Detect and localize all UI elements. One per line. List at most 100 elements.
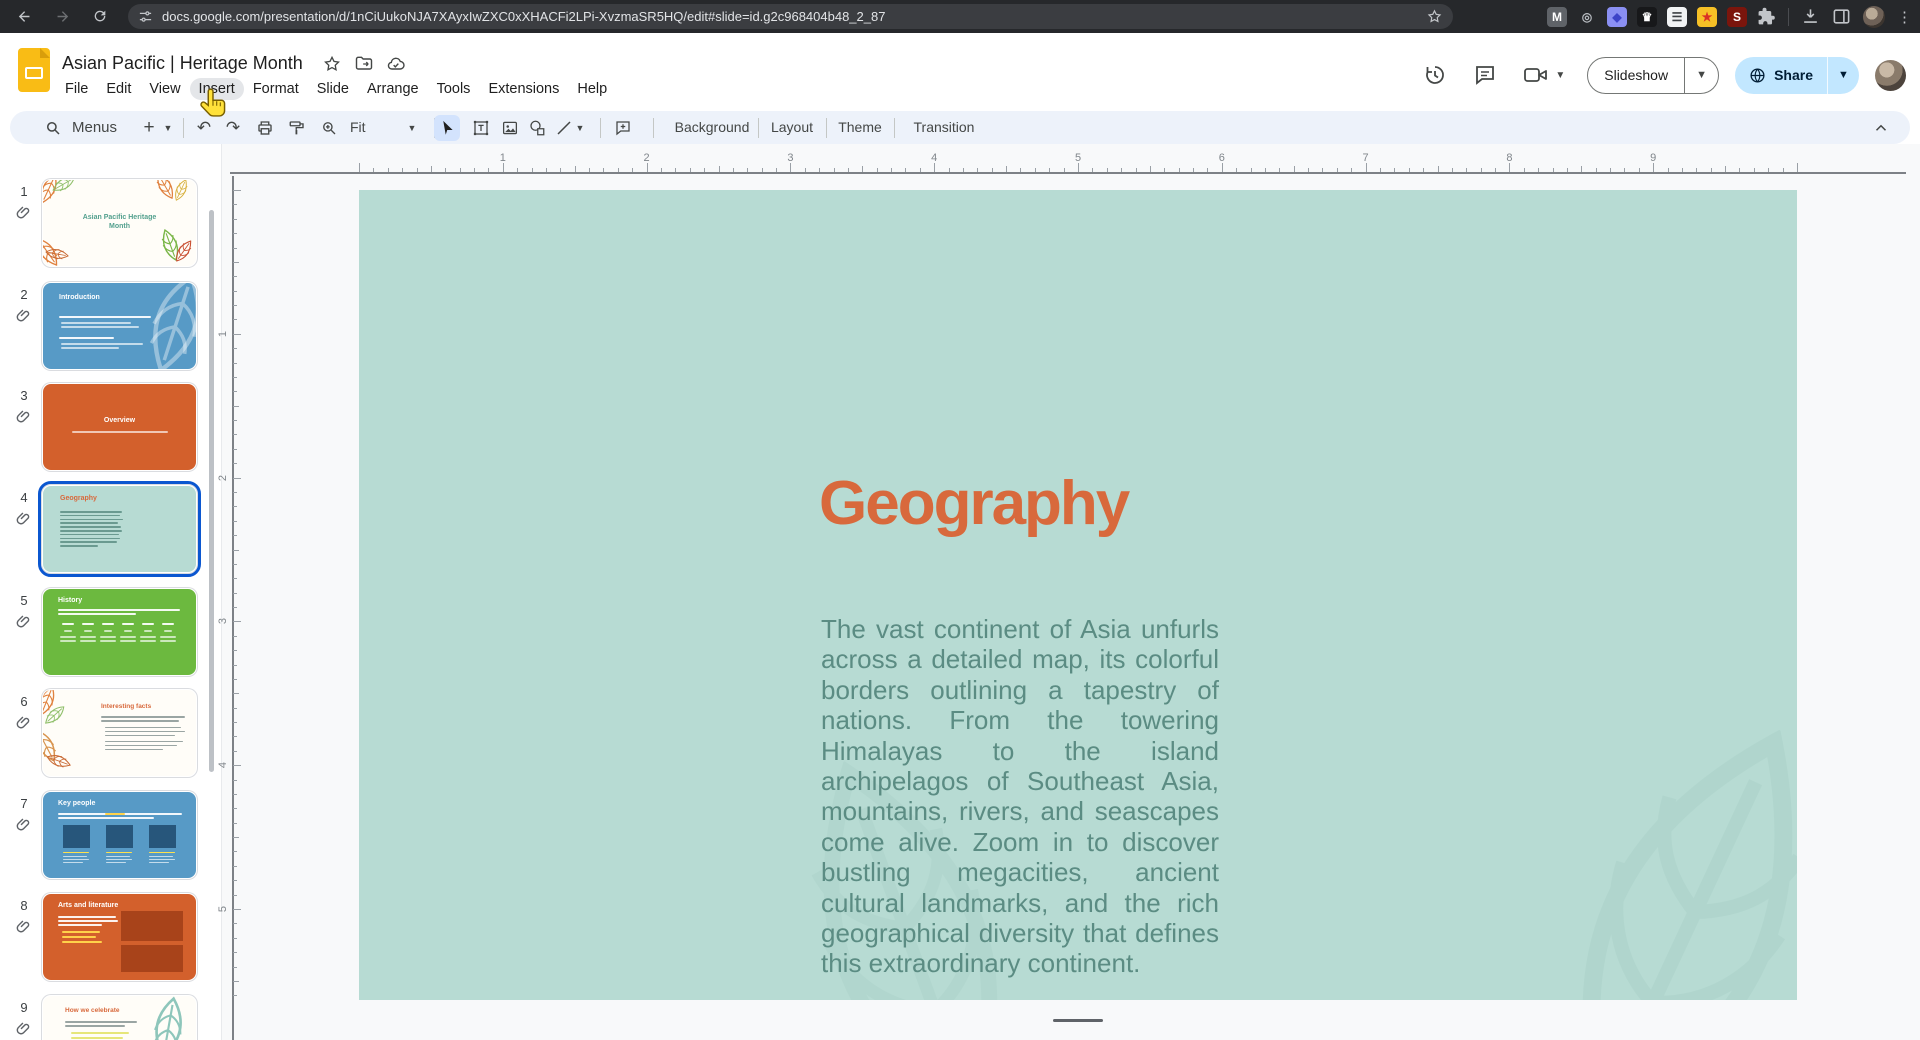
ruler-tick [747, 168, 748, 172]
slide-thumbnail-9[interactable]: How we celebrate [42, 995, 197, 1040]
ruler-tick [1351, 168, 1352, 172]
insert-image-tool[interactable] [497, 115, 523, 141]
thumbnail-slide-title: How we celebrate [65, 1007, 120, 1014]
text-line [63, 852, 89, 853]
s-extension-icon[interactable]: S [1727, 7, 1747, 27]
ruler-tick [233, 967, 237, 968]
new-slide-button[interactable]: + [136, 115, 162, 141]
browser-forward-icon[interactable] [50, 4, 74, 28]
speaker-notes-resize-handle[interactable] [1053, 1019, 1103, 1022]
browser-menu-icon[interactable]: ⋮ [1897, 8, 1912, 26]
layout-button[interactable]: Layout [758, 111, 826, 144]
slideshow-label[interactable]: Slideshow [1588, 58, 1684, 93]
extensions-puzzle-icon[interactable] [1757, 7, 1776, 26]
thumbnail-slide-title: Interesting facts [101, 703, 151, 710]
slide-thumbnail-2[interactable]: Introduction [42, 282, 197, 370]
new-slide-dropdown-icon[interactable]: ▼ [160, 115, 176, 141]
star-extension-icon[interactable]: ★ [1697, 7, 1717, 27]
document-title[interactable]: Asian Pacific | Heritage Month [62, 53, 303, 74]
ruler-tick [233, 765, 241, 766]
star-document-icon[interactable] [322, 54, 342, 74]
menu-help[interactable]: Help [568, 78, 616, 100]
browser-refresh-icon[interactable] [88, 4, 112, 28]
slides-logo[interactable] [18, 48, 50, 92]
version-history-icon[interactable] [1423, 63, 1447, 87]
ruler-tick [532, 168, 533, 172]
text-line [82, 623, 94, 625]
slide-thumbnail-8[interactable]: Arts and literature [42, 893, 197, 981]
ruler-tick [1078, 163, 1079, 172]
browser-profile-avatar[interactable] [1863, 6, 1885, 28]
slideshow-button[interactable]: Slideshow ▼ [1587, 57, 1719, 94]
insert-shape-tool[interactable] [524, 115, 550, 141]
text-line [164, 630, 172, 632]
menu-extensions[interactable]: Extensions [479, 78, 568, 100]
paperclip-icon [15, 816, 32, 833]
ruler-tick [1509, 163, 1510, 172]
zoom-fit-label[interactable]: Fit [350, 111, 366, 144]
menu-file[interactable]: File [56, 78, 97, 100]
slide-body-textbox[interactable]: The vast continent of Asia unfurls acros… [821, 614, 1219, 979]
browser-back-icon[interactable] [12, 4, 36, 28]
menu-arrange[interactable]: Arrange [358, 78, 428, 100]
slide-title-textbox[interactable]: Geography [819, 468, 1128, 539]
slide-thumbnail-5[interactable]: History [42, 588, 197, 676]
menus-search-label[interactable]: Menus [72, 111, 117, 144]
ruler-tick [1409, 168, 1410, 172]
bookmark-star-icon[interactable] [1426, 8, 1443, 25]
current-slide[interactable]: Geography The vast continent of Asia unf… [359, 190, 1797, 1000]
text-line [144, 630, 152, 632]
search-menus-icon[interactable] [40, 115, 66, 141]
hide-menus-chevron-icon[interactable] [1868, 115, 1894, 141]
line-dropdown-icon[interactable]: ▼ [572, 115, 588, 141]
chevron-down-icon[interactable]: ▼ [1555, 70, 1565, 81]
pointer-cursor [196, 86, 232, 122]
menu-view[interactable]: View [140, 78, 189, 100]
slide-thumbnail-1[interactable]: Asian Pacific Heritage Month [42, 179, 197, 267]
list-extension-icon[interactable]: ☰ [1667, 7, 1687, 27]
menu-edit[interactable]: Edit [97, 78, 140, 100]
share-dropdown-icon[interactable]: ▼ [1827, 57, 1859, 94]
transition-button[interactable]: Transition [894, 111, 994, 144]
ruler-tick [1322, 168, 1323, 172]
ruler-tick [1265, 168, 1266, 172]
gmail-extension-icon[interactable]: M [1547, 7, 1567, 27]
insert-comment-tool[interactable] [610, 115, 636, 141]
text-line [105, 741, 183, 742]
address-bar[interactable]: docs.google.com/presentation/d/1nCiUukoN… [128, 4, 1453, 29]
account-avatar[interactable] [1875, 60, 1906, 91]
slide-thumbnail-4[interactable]: Geography [42, 485, 197, 573]
select-tool[interactable] [434, 115, 460, 141]
menu-slide[interactable]: Slide [308, 78, 358, 100]
text-line [60, 541, 117, 543]
side-panel-icon[interactable] [1832, 7, 1851, 26]
slide-thumbnail-7[interactable]: Key people [42, 791, 197, 879]
print-button[interactable] [252, 115, 278, 141]
ruler-tick [920, 168, 921, 172]
purple-extension-icon[interactable]: ◆ [1607, 7, 1627, 27]
comments-icon[interactable] [1473, 63, 1497, 87]
site-settings-icon[interactable] [138, 9, 153, 24]
zoom-button[interactable] [316, 115, 342, 141]
crest-extension-icon[interactable]: ♛ [1637, 7, 1657, 27]
menu-tools[interactable]: Tools [428, 78, 480, 100]
video-call-icon[interactable] [1523, 63, 1549, 87]
paint-format-button[interactable] [284, 115, 310, 141]
zoom-dropdown-icon[interactable]: ▼ [404, 115, 420, 141]
slide-thumbnail-6[interactable]: Interesting facts [42, 689, 197, 777]
theme-button[interactable]: Theme [826, 111, 894, 144]
menu-format[interactable]: Format [244, 78, 308, 100]
move-folder-icon[interactable] [354, 54, 374, 74]
filmstrip-scrollbar[interactable] [209, 210, 214, 772]
share-button[interactable]: Share ▼ [1735, 57, 1859, 94]
download-icon[interactable] [1801, 7, 1820, 26]
text-box-tool[interactable] [468, 115, 494, 141]
cloud-saved-icon[interactable] [386, 54, 406, 74]
meet-call-control[interactable]: ▼ [1523, 63, 1565, 87]
slideshow-dropdown-icon[interactable]: ▼ [1684, 58, 1718, 93]
slide-thumbnail-3[interactable]: Overview [42, 383, 197, 471]
background-button[interactable]: Background [666, 111, 758, 144]
lens-extension-icon[interactable]: ◎ [1577, 7, 1597, 27]
ruler-tick [704, 168, 705, 172]
share-label[interactable]: Share [1774, 57, 1813, 94]
